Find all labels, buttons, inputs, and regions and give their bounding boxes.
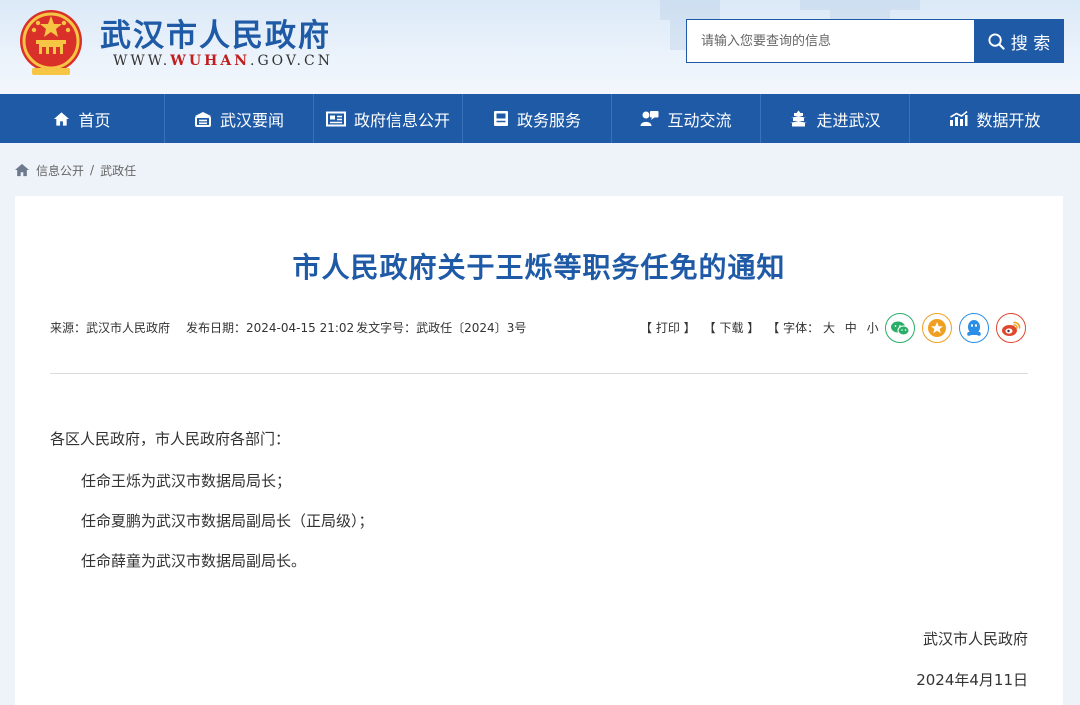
data-chart-icon [950, 110, 968, 126]
search-input[interactable] [687, 20, 975, 62]
article-source: 来源：武汉市人民政府 [50, 321, 171, 335]
article-date: 发布日期：2024-04-15 21:02 [186, 321, 355, 335]
article-divider [50, 373, 1028, 374]
article-paragraph: 任命王烁为武汉市数据局局长； [81, 472, 292, 490]
share-qq-button[interactable] [959, 313, 989, 343]
article-meta: 来源：武汉市人民政府 发布日期：2024-04-15 21:02 发文字号：武政… [50, 319, 526, 336]
favorite-icon [928, 319, 946, 337]
article-paragraph: 任命夏鹏为武汉市数据局副局长（正局级）； [81, 512, 374, 530]
article-signature: 武汉市人民政府 [922, 630, 1028, 648]
wechat-icon [891, 321, 910, 335]
nav-item-label: 走进武汉 [816, 110, 881, 130]
nav-item-home[interactable]: 首页 [0, 94, 165, 143]
nav-item-label: 政务服务 [516, 110, 581, 130]
article-tools: 【 打印 】 【 下载 】 【 字体： 大 中 小 】 [640, 319, 900, 336]
font-size-label: 【 字体： [767, 321, 820, 335]
site-title: 武汉市人民政府 [100, 18, 331, 54]
article-title: 市人民政府关于王烁等职务任免的通知 [292, 251, 786, 284]
font-small-button[interactable]: 小 [867, 321, 879, 335]
share-wechat-button[interactable] [885, 313, 915, 343]
info-disclosure-icon [325, 111, 346, 126]
share-buttons [885, 313, 1026, 343]
interaction-icon [640, 111, 659, 126]
service-icon [493, 111, 508, 126]
print-button[interactable]: 【 打印 】 [640, 319, 696, 336]
nav-item-label: 武汉要闻 [219, 110, 284, 130]
site-url-suffix: .GOV.CN [250, 53, 333, 69]
search-box [686, 19, 975, 63]
search-icon [988, 32, 1005, 50]
nav-item-label: 政府信息公开 [353, 110, 450, 130]
breadcrumb: 信息公开 / 武政任 [14, 160, 136, 180]
home-icon [54, 111, 70, 126]
font-size-controls: 【 字体： 大 中 小 】 [767, 319, 900, 336]
home-icon[interactable] [14, 163, 30, 177]
font-medium-button[interactable]: 中 [845, 321, 857, 335]
nav-item-label: 互动交流 [667, 110, 732, 130]
breadcrumb-link-current[interactable]: 武政任 [100, 162, 136, 179]
breadcrumb-link-info[interactable]: 信息公开 [36, 162, 84, 179]
city-icon [790, 110, 808, 127]
site-header: 武汉市人民政府 WWW.WUHAN.GOV.CN 搜 索 [0, 0, 1080, 94]
article-doc-number: 发文字号：武政任〔2024〕3号 [356, 321, 527, 335]
article-sign-date: 2024年4月11日 [916, 671, 1028, 689]
nav-item-service[interactable]: 政务服务 [463, 94, 612, 143]
share-favorite-button[interactable] [922, 313, 952, 343]
nav-item-city[interactable]: 走进武汉 [761, 94, 910, 143]
nav-item-info-disclosure[interactable]: 政府信息公开 [314, 94, 463, 143]
site-url-highlight: WUHAN [170, 53, 250, 69]
search-button-label: 搜 索 [1010, 33, 1051, 54]
nav-item-interaction[interactable]: 互动交流 [612, 94, 761, 143]
nav-item-news[interactable]: 武汉要闻 [165, 94, 314, 143]
article-paragraph: 任命薛童为武汉市数据局副局长。 [81, 552, 307, 570]
weibo-icon [1002, 321, 1021, 336]
breadcrumb-separator: / [90, 163, 95, 177]
main-nav: 首页 武汉要闻 政府信息公开 政务服务 互动交流 走进武汉 数据开放 [0, 94, 1080, 143]
article-salutation: 各区人民政府，市人民政府各部门： [50, 430, 291, 448]
font-large-button[interactable]: 大 [823, 321, 835, 335]
nav-item-open-data[interactable]: 数据开放 [910, 94, 1080, 143]
search-button[interactable]: 搜 索 [974, 19, 1064, 63]
article-container: 市人民政府关于王烁等职务任免的通知 来源：武汉市人民政府 发布日期：2024-0… [15, 196, 1063, 705]
download-button[interactable]: 【 下载 】 [704, 319, 760, 336]
nav-item-label: 数据开放 [976, 110, 1041, 130]
national-emblem-icon [20, 10, 82, 75]
nav-item-label: 首页 [78, 110, 111, 130]
site-url-prefix: WWW. [113, 53, 171, 69]
qq-icon [967, 319, 981, 336]
share-weibo-button[interactable] [996, 313, 1026, 343]
site-url: WWW.WUHAN.GOV.CN [113, 53, 333, 69]
news-icon [194, 111, 211, 127]
